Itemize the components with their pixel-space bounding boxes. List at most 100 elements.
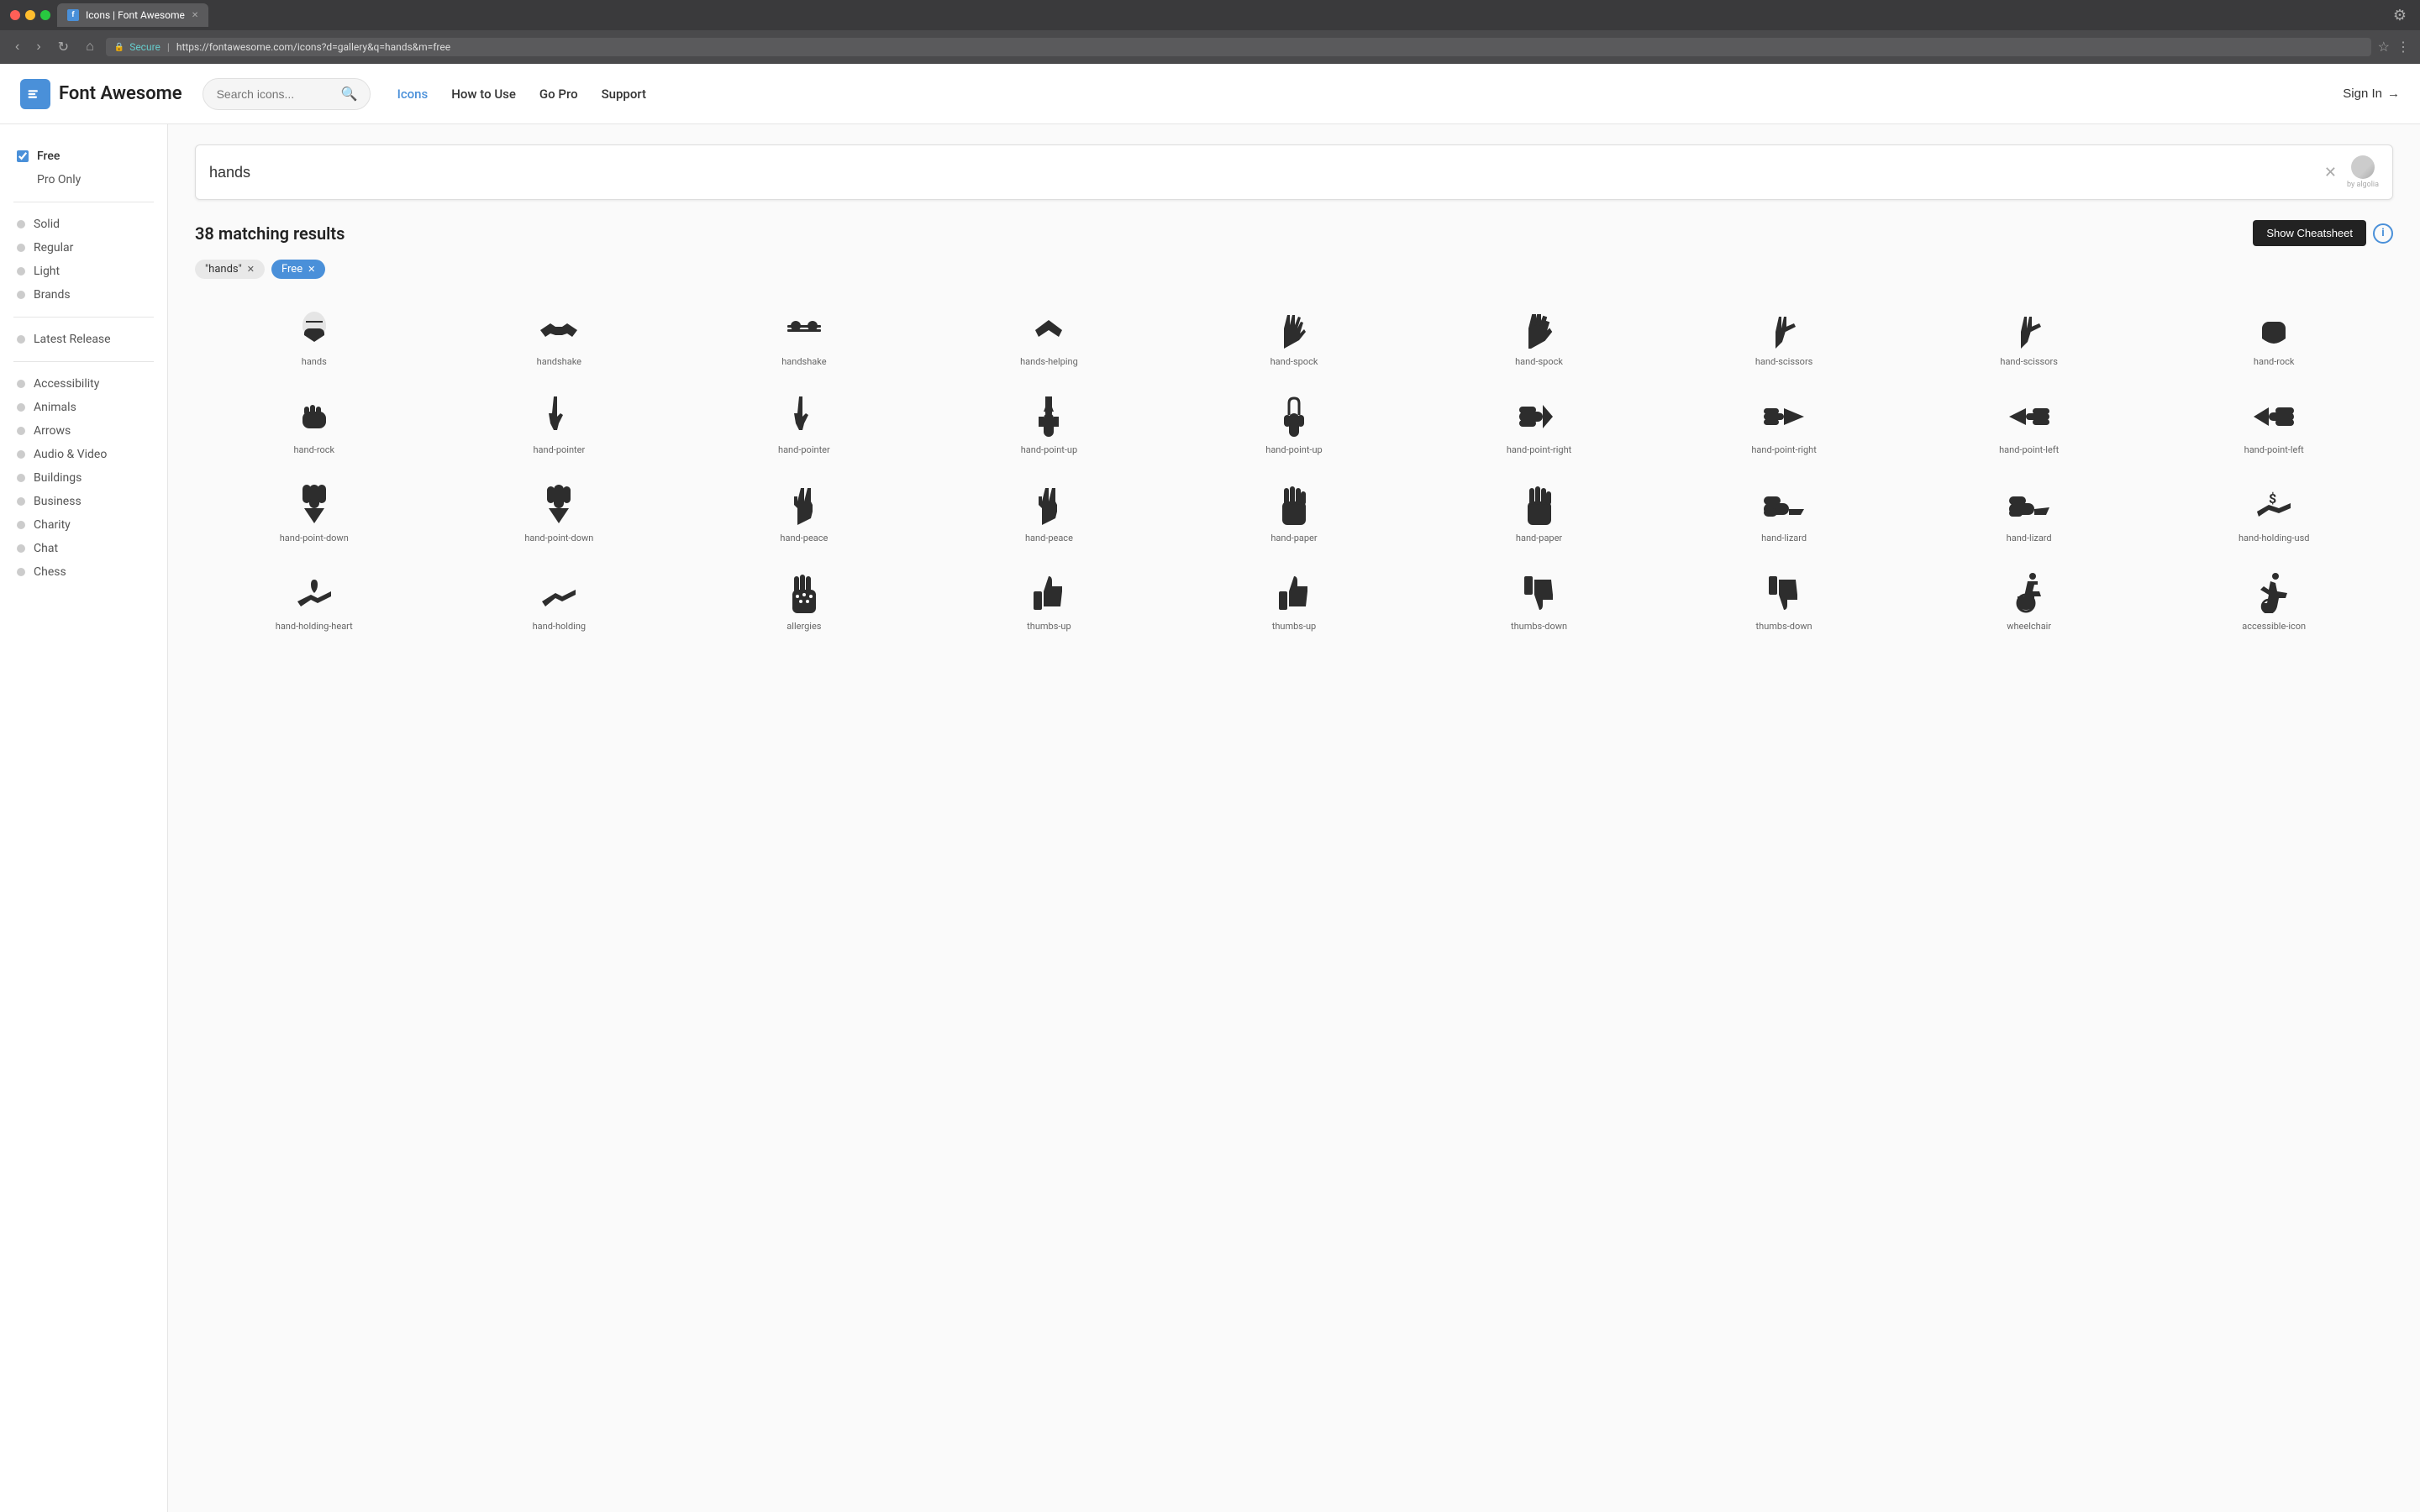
tab-close-button[interactable]: ✕ bbox=[192, 11, 198, 20]
icon-hand-peace-2[interactable]: hand-peace bbox=[930, 472, 1169, 554]
sign-in-button[interactable]: Sign In → bbox=[2343, 87, 2400, 101]
icon-handshake-1[interactable]: handshake bbox=[440, 296, 679, 377]
icon-hand-holding-usd[interactable]: $ hand-holding-usd bbox=[2154, 472, 2393, 554]
icon-hands-helping[interactable]: hands-helping bbox=[930, 296, 1169, 377]
icon-hand-point-down-1[interactable]: hand-point-down bbox=[195, 472, 434, 554]
nav-support[interactable]: Support bbox=[602, 87, 646, 102]
content-search-clear[interactable]: ✕ bbox=[2324, 164, 2337, 181]
algolia-icon bbox=[2351, 155, 2375, 179]
sidebar-item-brands[interactable]: Brands bbox=[0, 283, 167, 307]
back-button[interactable]: ‹ bbox=[10, 38, 24, 56]
menu-button[interactable]: ⋮ bbox=[2396, 39, 2410, 55]
header-search-input[interactable] bbox=[217, 87, 334, 101]
refresh-button[interactable]: ↻ bbox=[53, 37, 74, 57]
header-search[interactable]: 🔍 bbox=[203, 78, 371, 110]
address-bar[interactable]: 🔒 Secure | https://fontawesome.com/icons… bbox=[106, 38, 2371, 56]
logo[interactable]: Font Awesome bbox=[20, 79, 182, 109]
header-search-button[interactable]: 🔍 bbox=[341, 86, 358, 102]
icon-thumbs-up-1-label: thumbs-up bbox=[1027, 621, 1071, 632]
nav-go-pro[interactable]: Go Pro bbox=[539, 87, 578, 102]
nav-icons[interactable]: Icons bbox=[397, 87, 429, 102]
maximize-dot[interactable] bbox=[40, 10, 50, 20]
browser-tab[interactable]: f Icons | Font Awesome ✕ bbox=[57, 3, 208, 27]
icon-hand-holding-heart[interactable]: hand-holding-heart bbox=[195, 560, 434, 642]
sidebar-item-free[interactable]: Free bbox=[0, 144, 167, 168]
icon-allergies[interactable]: allergies bbox=[685, 560, 923, 642]
icon-hand-spock-2[interactable]: hand-spock bbox=[1420, 296, 1659, 377]
icon-hand-point-right-1-label: hand-point-right bbox=[1507, 444, 1571, 455]
icon-accessible-icon[interactable]: accessible-icon bbox=[2154, 560, 2393, 642]
icon-hand-lizard-2[interactable]: hand-lizard bbox=[1910, 472, 2149, 554]
sidebar-item-solid[interactable]: Solid bbox=[0, 213, 167, 236]
icon-hand-rock-2[interactable]: hand-rock bbox=[195, 384, 434, 465]
icon-hand-point-up-2[interactable]: hand-point-up bbox=[1175, 384, 1413, 465]
sidebar-item-animals[interactable]: Animals bbox=[0, 396, 167, 419]
icon-hand-point-right-1[interactable]: hand-point-right bbox=[1420, 384, 1659, 465]
icon-hand-point-down-2[interactable]: hand-point-down bbox=[440, 472, 679, 554]
chat-radio bbox=[17, 544, 25, 553]
icon-hand-paper-2-label: hand-paper bbox=[1516, 533, 1562, 543]
icon-wheelchair[interactable]: wheelchair bbox=[1910, 560, 2149, 642]
icon-handshake-1-label: handshake bbox=[537, 356, 581, 367]
animals-label: Animals bbox=[34, 401, 76, 414]
content-search-bar[interactable]: ✕ by algolia bbox=[195, 144, 2393, 200]
sidebar-item-light[interactable]: Light bbox=[0, 260, 167, 283]
tag-hands-remove[interactable]: ✕ bbox=[247, 264, 255, 275]
nav-how-to-use[interactable]: How to Use bbox=[451, 87, 516, 102]
icon-thumbs-down-1[interactable]: thumbs-down bbox=[1420, 560, 1659, 642]
close-dot[interactable] bbox=[10, 10, 20, 20]
home-button[interactable]: ⌂ bbox=[81, 38, 99, 56]
solid-label: Solid bbox=[34, 218, 60, 231]
business-radio bbox=[17, 497, 25, 506]
icon-hand-lizard-1[interactable]: hand-lizard bbox=[1665, 472, 1903, 554]
info-icon[interactable]: i bbox=[2373, 223, 2393, 244]
sidebar-item-charity[interactable]: Charity bbox=[0, 513, 167, 537]
icon-hand-scissors-2[interactable]: hand-scissors bbox=[1910, 296, 2149, 377]
icon-hand-paper-1[interactable]: hand-paper bbox=[1175, 472, 1413, 554]
minimize-dot[interactable] bbox=[25, 10, 35, 20]
icon-hand-point-left-1[interactable]: hand-point-left bbox=[1910, 384, 2149, 465]
icon-hand-point-left-2[interactable]: hand-point-left bbox=[2154, 384, 2393, 465]
icon-hand-point-right-2[interactable]: hand-point-right bbox=[1665, 384, 1903, 465]
icon-hand-point-down-2-label: hand-point-down bbox=[524, 533, 593, 543]
icon-hand-pointer-1[interactable]: hand-pointer bbox=[440, 384, 679, 465]
sidebar-item-business[interactable]: Business bbox=[0, 490, 167, 513]
sidebar-item-arrows[interactable]: Arrows bbox=[0, 419, 167, 443]
icon-hand-rock-2-label: hand-rock bbox=[293, 444, 334, 455]
icon-thumbs-up-2[interactable]: thumbs-up bbox=[1175, 560, 1413, 642]
icon-hand-point-up-1[interactable]: hand-point-up bbox=[930, 384, 1169, 465]
icon-hands[interactable]: hands bbox=[195, 296, 434, 377]
content-search-input[interactable] bbox=[209, 164, 2324, 181]
sidebar-item-accessibility[interactable]: Accessibility bbox=[0, 372, 167, 396]
icon-hand-peace-1[interactable]: hand-peace bbox=[685, 472, 923, 554]
accessibility-radio bbox=[17, 380, 25, 388]
sidebar-item-regular[interactable]: Regular bbox=[0, 236, 167, 260]
bookmark-button[interactable]: ☆ bbox=[2378, 39, 2390, 55]
icon-hand-holding[interactable]: hand-holding bbox=[440, 560, 679, 642]
icon-handshake-2[interactable]: handshake bbox=[685, 296, 923, 377]
icon-thumbs-up-1[interactable]: thumbs-up bbox=[930, 560, 1169, 642]
free-checkbox[interactable] bbox=[17, 150, 29, 162]
business-label: Business bbox=[34, 495, 82, 508]
sidebar-item-buildings[interactable]: Buildings bbox=[0, 466, 167, 490]
audio-video-radio bbox=[17, 450, 25, 459]
sidebar-item-audio-video[interactable]: Audio & Video bbox=[0, 443, 167, 466]
icon-hand-spock-1[interactable]: hand-spock bbox=[1175, 296, 1413, 377]
icon-hand-scissors-1[interactable]: hand-scissors bbox=[1665, 296, 1903, 377]
icon-thumbs-down-2[interactable]: thumbs-down bbox=[1665, 560, 1903, 642]
tag-free-remove[interactable]: ✕ bbox=[308, 264, 315, 275]
sidebar-item-chat[interactable]: Chat bbox=[0, 537, 167, 560]
sidebar-item-pro-only[interactable]: Pro Only bbox=[0, 168, 167, 192]
forward-button[interactable]: › bbox=[31, 38, 45, 56]
sidebar-item-latest-release[interactable]: Latest Release bbox=[0, 328, 167, 351]
icon-hand-paper-2[interactable]: hand-paper bbox=[1420, 472, 1659, 554]
icon-hand-rock-1[interactable]: hand-rock bbox=[2154, 296, 2393, 377]
filter-tag-hands[interactable]: "hands" ✕ bbox=[195, 260, 265, 279]
chat-label: Chat bbox=[34, 542, 58, 555]
sidebar-item-chess[interactable]: Chess bbox=[0, 560, 167, 584]
icon-hand-pointer-2[interactable]: hand-pointer bbox=[685, 384, 923, 465]
filter-tag-free[interactable]: Free ✕ bbox=[271, 260, 325, 279]
icon-hand-paper-1-label: hand-paper bbox=[1270, 533, 1317, 543]
charity-radio bbox=[17, 521, 25, 529]
show-cheatsheet-button[interactable]: Show Cheatsheet bbox=[2253, 220, 2366, 246]
